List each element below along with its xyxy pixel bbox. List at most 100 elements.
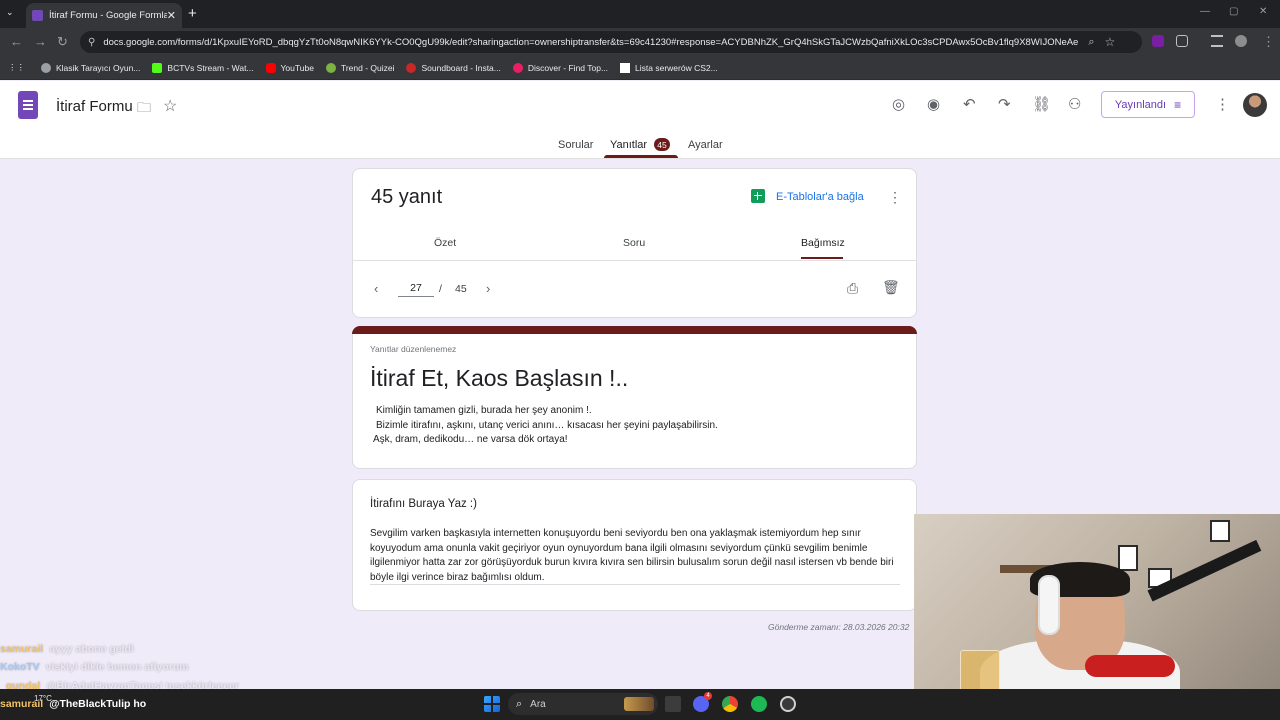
extensions-puzzle-icon[interactable] — [1176, 35, 1188, 47]
redo-icon[interactable]: ↷ — [998, 95, 1011, 113]
response-count-title: 45 yanıt — [371, 186, 443, 208]
active-subtab-indicator — [801, 257, 843, 259]
next-response-icon[interactable]: › — [486, 281, 490, 296]
site-info-icon[interactable]: ⚲ — [88, 37, 95, 48]
published-label: Yayınlandı — [1114, 98, 1167, 111]
bookmark-item[interactable]: Lista serwerów CS2... — [620, 62, 718, 73]
preview-eye-icon[interactable]: ◉ — [927, 95, 940, 113]
print-icon[interactable]: ⎙ — [847, 280, 858, 297]
profile-icon[interactable] — [1235, 35, 1247, 47]
chat-message: samurail ayyy abone geldi — [0, 643, 134, 655]
palette-icon[interactable]: ◎ — [892, 95, 905, 113]
form-title[interactable]: İtiraf Formu — [56, 98, 133, 115]
form-description-line: Aşk, dram, dedikodu… ne varsa dök ortaya… — [373, 434, 568, 445]
spotify-icon[interactable] — [751, 696, 767, 712]
taskbar-search-placeholder: Ara — [530, 698, 546, 710]
subtab-bagimsiz[interactable]: Bağımsız — [801, 237, 845, 249]
previous-response-icon[interactable]: ‹ — [374, 281, 378, 296]
chat-message: KokoTV viskiyi dikle hemen afiyorum — [0, 661, 189, 673]
page-separator: / — [439, 283, 442, 295]
webcam-headphone — [1038, 575, 1060, 635]
more-options-icon[interactable]: ⋮ — [1215, 95, 1230, 113]
response-count-badge: 45 — [654, 138, 670, 151]
form-description-line: Kimliğin tamamen gizli, burada her şey a… — [376, 405, 592, 416]
tab-ayarlar[interactable]: Ayarlar — [688, 139, 723, 151]
tab-sorular[interactable]: Sorular — [558, 139, 593, 151]
link-to-sheets-button[interactable]: E-Tablolar'a bağla — [776, 191, 864, 203]
webcam-picture-frame — [1118, 545, 1138, 571]
total-responses: 45 — [455, 283, 467, 295]
chrome-icon[interactable] — [722, 696, 738, 712]
subtab-ozet[interactable]: Özet — [434, 237, 456, 249]
chat-username: samurail — [0, 698, 44, 710]
bookmark-item[interactable]: Trend - Quizei — [325, 62, 394, 73]
bookmark-item[interactable]: Discover - Find Top... — [512, 62, 608, 73]
sheets-icon[interactable] — [751, 189, 765, 203]
add-collaborator-icon[interactable]: ⚇ — [1068, 95, 1081, 113]
obs-icon[interactable] — [780, 696, 796, 712]
apps-icon[interactable]: ⋮⋮ — [8, 62, 25, 73]
close-tab-icon[interactable]: ✕ — [167, 9, 176, 22]
star-icon[interactable]: ☆ — [163, 96, 177, 116]
form-description-line: Bizimle itirafını, aşkını, utanç verici … — [376, 420, 718, 431]
search-highlight-image — [624, 697, 654, 711]
form-theme-bar — [352, 326, 917, 334]
browser-menu-icon[interactable]: ⋮ — [1262, 34, 1275, 50]
webcam-picture-frame — [1210, 520, 1230, 542]
forward-icon[interactable]: → — [34, 34, 47, 49]
question-title: İtirafını Buraya Yaz :) — [370, 498, 477, 510]
bookmark-item[interactable]: BCTVs Stream - Wat... — [152, 62, 254, 73]
published-button[interactable]: Yayınlandı ≡ — [1101, 91, 1195, 118]
response-index-input[interactable]: 27 — [398, 281, 434, 297]
folder-icon[interactable]: 🗀 — [137, 97, 151, 121]
chat-username: samurail — [0, 643, 44, 655]
tab-search-icon[interactable]: ⌄ — [6, 7, 14, 18]
reload-icon[interactable]: ↻ — [57, 34, 68, 50]
chat-text: @TheBlackTulip ho — [49, 698, 147, 710]
search-icon: ⌕ — [516, 697, 523, 710]
forms-favicon-icon — [32, 10, 43, 21]
close-window-icon[interactable]: ✕ — [1259, 6, 1267, 17]
not-editable-note: Yanıtlar düzenlenemez — [370, 344, 457, 354]
bookmarks-bar: ⋮⋮ Klasik Tarayıcı Oyun... BCTVs Stream … — [0, 56, 1280, 80]
divider — [352, 260, 917, 261]
avatar[interactable] — [1243, 93, 1267, 117]
extension-icon[interactable] — [1152, 35, 1164, 47]
link-icon[interactable]: ⛓ — [1032, 95, 1051, 113]
responses-more-icon[interactable]: ⋮ — [888, 189, 902, 206]
browser-tab[interactable]: İtiraf Formu - Google Formlar ✕ — [26, 3, 182, 28]
windows-start-icon[interactable] — [484, 696, 500, 712]
chat-text: viskiyi dikle hemen afiyorum — [45, 661, 189, 673]
maximize-icon[interactable]: ▢ — [1229, 6, 1238, 17]
reading-list-icon[interactable] — [1211, 35, 1223, 47]
taskbar-search[interactable]: ⌕ Ara — [508, 693, 658, 715]
bookmark-star-icon[interactable]: ☆ — [1105, 35, 1116, 49]
bookmark-item[interactable]: Klasik Tarayıcı Oyun... — [41, 62, 140, 73]
back-icon[interactable]: ← — [10, 34, 23, 49]
publish-settings-icon: ≡ — [1174, 97, 1182, 112]
notification-badge: 4 — [704, 692, 712, 700]
delete-response-icon[interactable]: 🗑 — [882, 279, 900, 296]
webcam-microphone — [1085, 655, 1175, 677]
url-bar[interactable]: ⚲ docs.google.com/forms/d/1KpxuIEYoRD_db… — [80, 31, 1142, 53]
task-view-icon[interactable] — [665, 696, 681, 712]
bookmark-item[interactable]: YouTube — [265, 62, 314, 73]
minimize-icon[interactable]: — — [1200, 6, 1210, 17]
active-tab-indicator — [604, 155, 678, 158]
answer-underline — [370, 584, 900, 585]
browser-tab-title: İtiraf Formu - Google Formlar — [49, 10, 167, 21]
form-heading: İtiraf Et, Kaos Başlasın !.. — [370, 365, 629, 391]
subtab-soru[interactable]: Soru — [623, 237, 645, 249]
chat-text: ayyy abone geldi — [49, 643, 134, 655]
chat-username: KokoTV — [0, 661, 40, 673]
submission-timestamp: Gönderme zamanı: 28.03.2026 20:32 — [768, 622, 910, 632]
answer-text: Sevgilim varken başkasıyla internetten k… — [370, 528, 894, 583]
new-tab-icon[interactable]: + — [188, 5, 197, 22]
tab-yanitlar[interactable]: Yanıtlar — [610, 139, 647, 151]
zoom-icon[interactable]: ⌕ — [1088, 36, 1094, 49]
chat-message: samurail @TheBlackTulip ho — [0, 698, 146, 710]
bookmark-item[interactable]: Soundboard - Insta... — [406, 62, 501, 73]
google-forms-logo-icon[interactable] — [18, 91, 38, 119]
url-text[interactable]: docs.google.com/forms/d/1KpxuIEYoRD_dbqg… — [103, 37, 1078, 48]
undo-icon[interactable]: ↶ — [963, 95, 976, 113]
